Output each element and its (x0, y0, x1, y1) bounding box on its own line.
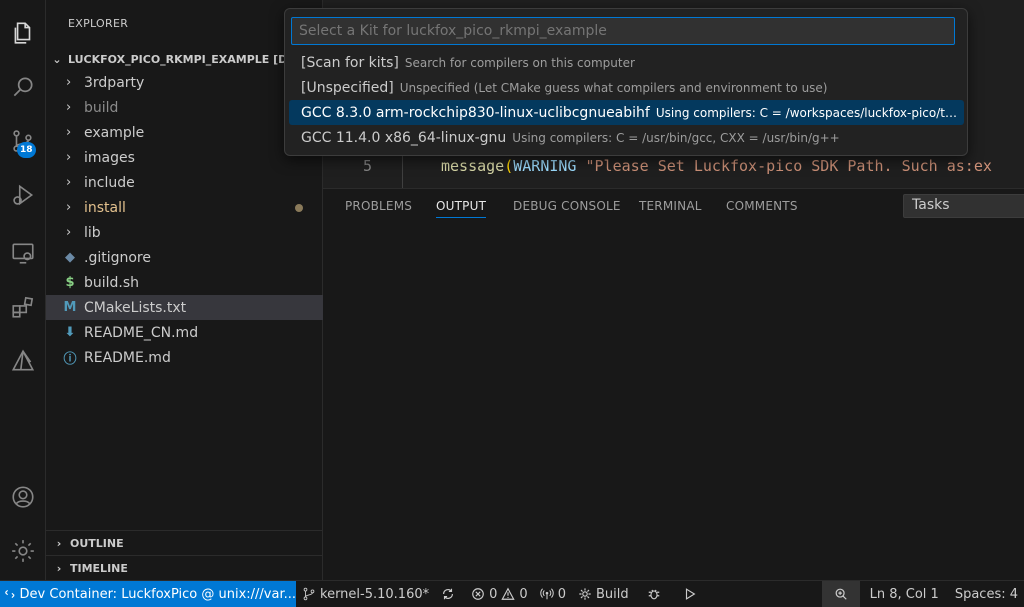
bug-icon (648, 589, 659, 600)
zoom-indicator[interactable] (821, 581, 860, 607)
cmake-icon[interactable] (0, 337, 46, 385)
quick-pick-list: [Scan for kits] Search for compilers on t… (289, 50, 964, 150)
code-function: message (441, 157, 505, 175)
active-tab-indicator (436, 217, 486, 218)
build-label: Build (595, 586, 629, 602)
tree-item-build[interactable]: › build (46, 95, 323, 120)
gear-icon (579, 588, 591, 600)
remote-label: Dev Container: LuckfoxPico @ unix:///var… (19, 586, 296, 602)
quick-pick-item-scan[interactable]: [Scan for kits] Search for compilers on t… (289, 50, 964, 75)
tree-item-example[interactable]: › example (46, 120, 323, 145)
error-icon (472, 588, 484, 600)
gitignore-icon: ◆ (65, 250, 75, 265)
outline-label: OUTLINE (70, 536, 124, 550)
sidebar-title: EXPLORER (68, 17, 129, 30)
chevron-right-icon: › (66, 150, 72, 165)
play-icon (685, 588, 696, 600)
tab-comments[interactable]: COMMENTS (726, 199, 798, 213)
bottom-panel: PROBLEMS OUTPUT DEBUG CONSOLE TERMINAL C… (323, 188, 1024, 580)
line-number: 5 (363, 157, 373, 175)
indentation[interactable]: Spaces: 4 (949, 581, 1024, 607)
cmake-m-icon: M (63, 300, 77, 315)
tree-item-gitignore[interactable]: ◆ .gitignore (46, 245, 323, 270)
code-paren: ( (504, 157, 514, 175)
code-string: "Please Set Luckfox-pico SDK Path. Such … (585, 157, 992, 175)
remote-icon (5, 589, 15, 599)
chevron-right-icon: › (56, 536, 62, 550)
code-line[interactable]: message(WARNING "Please Set Luckfox-pico… (441, 157, 992, 175)
tree-item-install[interactable]: › install (46, 195, 323, 220)
tree-item-cmakelists[interactable]: M CMakeLists.txt (46, 295, 323, 320)
branch-icon (303, 587, 315, 601)
remote-indicator[interactable]: Dev Container: LuckfoxPico @ unix:///var… (0, 581, 296, 607)
file-tree: › 3rdparty › build › example › images › inclu… (46, 70, 323, 370)
search-icon[interactable] (0, 63, 46, 111)
cursor-position[interactable]: Ln 8, Col 1 (860, 581, 949, 607)
chevron-right-icon: › (66, 175, 72, 190)
shell-dollar-icon: $ (65, 275, 75, 290)
tab-terminal[interactable]: TERMINAL (639, 199, 702, 213)
modified-dot (295, 204, 303, 212)
tree-item-readme-cn[interactable]: ⬇ README_CN.md (46, 320, 323, 345)
sync-icon (443, 588, 454, 600)
tab-output[interactable]: OUTPUT (436, 199, 486, 213)
account-icon[interactable] (0, 473, 46, 521)
outline-section[interactable]: › OUTLINE (46, 530, 323, 555)
explorer-icon[interactable] (0, 9, 46, 57)
chevron-right-icon: › (66, 225, 72, 240)
problems-indicator[interactable]: 0 0 (465, 581, 534, 607)
timeline-section[interactable]: › TIMELINE (46, 555, 323, 580)
extensions-icon[interactable] (0, 283, 46, 331)
cmake-build-button[interactable]: Build (572, 581, 635, 607)
source-control-badge: 18 (17, 142, 36, 158)
tab-debug-console[interactable]: DEBUG CONSOLE (513, 199, 621, 213)
workspace-root[interactable]: ⌄ LUCKFOX_PICO_RKMPI_EXAMPLE [D... (46, 48, 323, 70)
debug-button[interactable] (641, 581, 671, 607)
run-debug-icon[interactable] (0, 171, 46, 219)
chevron-right-icon: › (66, 100, 72, 115)
broadcast-icon (540, 588, 554, 600)
tab-problems[interactable]: PROBLEMS (345, 199, 412, 213)
quick-pick-item-gcc-8-3-0[interactable]: GCC 8.3.0 arm-rockchip830-linux-uclibcgn… (289, 100, 964, 125)
ports-count: 0 (557, 586, 566, 602)
error-count: 0 (489, 586, 498, 602)
code-identifier: WARNING (513, 157, 577, 175)
tree-item-build-sh[interactable]: $ build.sh (46, 270, 323, 295)
tree-item-images[interactable]: › images (46, 145, 323, 170)
activity-bar: 18 (0, 0, 46, 580)
kit-quick-pick: [Scan for kits]Search for compilers on t… (284, 8, 968, 156)
sync-button[interactable] (435, 581, 465, 607)
chevron-right-icon: › (66, 125, 72, 140)
workspace-root-label: LUCKFOX_PICO_RKMPI_EXAMPLE [D... (68, 52, 300, 66)
quick-pick-input[interactable] (291, 17, 955, 45)
run-button[interactable] (677, 581, 707, 607)
timeline-label: TIMELINE (70, 561, 128, 575)
chevron-right-icon: › (56, 561, 62, 575)
quick-pick-item-unspecified[interactable]: [Unspecified] Unspecified (Let CMake gues… (289, 75, 964, 100)
chevron-right-icon: › (66, 75, 72, 90)
zoom-in-icon (835, 588, 847, 600)
branch-indicator[interactable]: kernel-5.10.160* (296, 581, 435, 607)
tree-item-3rdparty[interactable]: › 3rdparty (46, 70, 323, 95)
tree-item-readme[interactable]: ⓘ README.md (46, 345, 323, 370)
download-arrow-icon: ⬇ (64, 325, 76, 340)
chevron-down-icon: ⌄ (52, 52, 62, 66)
tree-item-include[interactable]: › include (46, 170, 323, 195)
info-icon: ⓘ (63, 352, 77, 367)
remote-explorer-icon[interactable] (0, 229, 46, 277)
output-channel-select[interactable]: Tasks (903, 194, 1024, 218)
branch-label: kernel-5.10.160* (320, 586, 430, 602)
quick-pick-item-gcc-11-4-0[interactable]: GCC 11.4.0 x86_64-linux-gnu Using compile… (289, 125, 964, 150)
warning-icon (501, 587, 516, 600)
status-bar: Dev Container: LuckfoxPico @ unix:///var… (0, 580, 1024, 607)
tree-item-lib[interactable]: › lib (46, 220, 323, 245)
chevron-right-icon: › (66, 200, 72, 215)
explorer-sidebar: EXPLORER ⌄ LUCKFOX_PICO_RKMPI_EXAMPLE [D… (46, 0, 323, 580)
ports-indicator[interactable]: 0 (534, 581, 572, 607)
warning-count: 0 (519, 586, 528, 602)
manage-gear-icon[interactable] (0, 527, 46, 575)
